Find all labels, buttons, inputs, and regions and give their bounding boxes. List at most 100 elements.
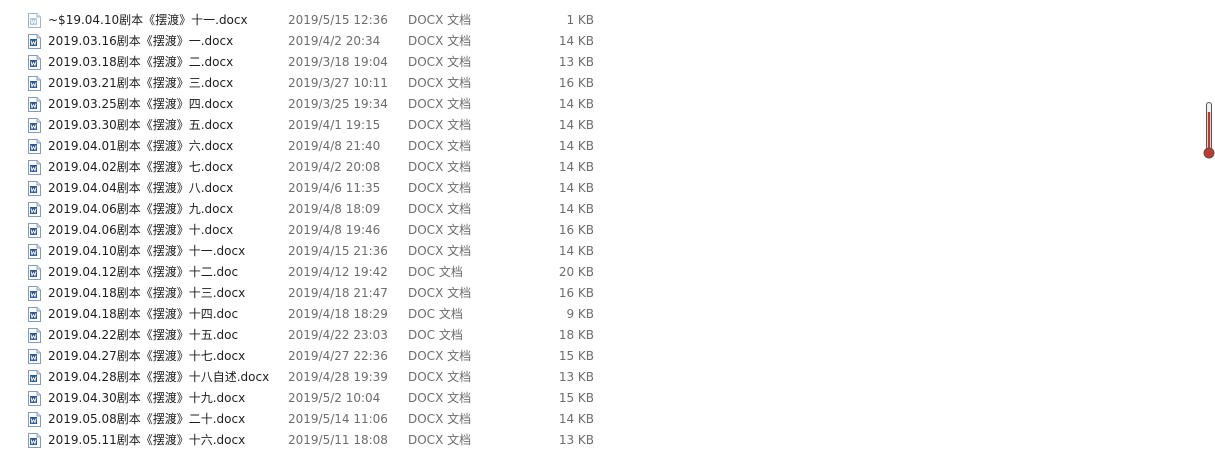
file-size: 14 KB bbox=[558, 160, 594, 174]
temp-word-document-icon bbox=[28, 13, 41, 28]
word-document-icon bbox=[28, 181, 41, 196]
file-date-modified: 2019/3/27 10:11 bbox=[288, 76, 388, 90]
file-date-modified: 2019/4/8 19:46 bbox=[288, 223, 381, 237]
word-document-icon bbox=[28, 55, 41, 70]
file-type: DOCX 文档 bbox=[408, 34, 472, 48]
file-row[interactable]: ~$19.04.10剧本《摆渡》十一.docx 2019/5/15 12:36 … bbox=[0, 10, 1200, 31]
file-row[interactable]: 2019.03.16剧本《摆渡》一.docx 2019/4/2 20:34 DO… bbox=[0, 31, 1200, 52]
thermometer-icon bbox=[1203, 102, 1215, 160]
word-document-icon bbox=[28, 391, 41, 406]
file-size: 20 KB bbox=[558, 265, 594, 279]
file-type: DOCX 文档 bbox=[408, 181, 472, 195]
file-name: 2019.04.01剧本《摆渡》六.docx bbox=[48, 139, 234, 153]
word-document-icon bbox=[28, 328, 41, 343]
file-size: 14 KB bbox=[558, 139, 594, 153]
word-document-icon bbox=[28, 202, 41, 217]
file-type: DOCX 文档 bbox=[408, 244, 472, 258]
file-size: 16 KB bbox=[558, 223, 594, 237]
file-row[interactable]: 2019.04.01剧本《摆渡》六.docx 2019/4/8 21:40 DO… bbox=[0, 136, 1200, 157]
file-name: 2019.04.06剧本《摆渡》十.docx bbox=[48, 223, 234, 237]
file-name: 2019.04.06剧本《摆渡》九.docx bbox=[48, 202, 234, 216]
file-row[interactable]: 2019.04.04剧本《摆渡》八.docx 2019/4/6 11:35 DO… bbox=[0, 178, 1200, 199]
file-row[interactable]: 2019.04.06剧本《摆渡》九.docx 2019/4/8 18:09 DO… bbox=[0, 199, 1200, 220]
file-type: DOCX 文档 bbox=[408, 286, 472, 300]
file-size: 14 KB bbox=[558, 34, 594, 48]
file-date-modified: 2019/3/18 19:04 bbox=[288, 55, 388, 69]
word-document-icon bbox=[28, 34, 41, 49]
file-size: 16 KB bbox=[558, 286, 594, 300]
file-date-modified: 2019/4/8 21:40 bbox=[288, 139, 381, 153]
file-name: ~$19.04.10剧本《摆渡》十一.docx bbox=[48, 13, 248, 27]
file-row[interactable]: 2019.03.30剧本《摆渡》五.docx 2019/4/1 19:15 DO… bbox=[0, 115, 1200, 136]
word-document-icon bbox=[28, 139, 41, 154]
file-name: 2019.04.18剧本《摆渡》十三.docx bbox=[48, 286, 246, 300]
file-name: 2019.03.16剧本《摆渡》一.docx bbox=[48, 34, 234, 48]
word-document-icon bbox=[28, 349, 41, 364]
file-size: 13 KB bbox=[558, 433, 594, 447]
file-type: DOCX 文档 bbox=[408, 433, 472, 447]
file-size: 18 KB bbox=[558, 328, 594, 342]
word-document-icon bbox=[28, 244, 41, 259]
file-row[interactable]: 2019.03.25剧本《摆渡》四.docx 2019/3/25 19:34 D… bbox=[0, 94, 1200, 115]
file-name: 2019.03.18剧本《摆渡》二.docx bbox=[48, 55, 234, 69]
file-row[interactable]: 2019.05.11剧本《摆渡》十六.docx 2019/5/11 18:08 … bbox=[0, 430, 1200, 451]
word-document-icon bbox=[28, 370, 41, 385]
file-name: 2019.03.30剧本《摆渡》五.docx bbox=[48, 118, 234, 132]
file-row[interactable]: 2019.03.18剧本《摆渡》二.docx 2019/3/18 19:04 D… bbox=[0, 52, 1200, 73]
word-document-icon bbox=[28, 160, 41, 175]
word-document-icon bbox=[28, 307, 41, 322]
file-row[interactable]: 2019.04.02剧本《摆渡》七.docx 2019/4/2 20:08 DO… bbox=[0, 157, 1200, 178]
file-row[interactable]: 2019.05.08剧本《摆渡》二十.docx 2019/5/14 11:06 … bbox=[0, 409, 1200, 430]
file-date-modified: 2019/4/2 20:08 bbox=[288, 160, 381, 174]
file-size: 1 KB bbox=[566, 13, 594, 27]
file-type: DOCX 文档 bbox=[408, 202, 472, 216]
file-date-modified: 2019/4/6 11:35 bbox=[288, 181, 381, 195]
file-row[interactable]: 2019.04.30剧本《摆渡》十九.docx 2019/5/2 10:04 D… bbox=[0, 388, 1200, 409]
file-row[interactable]: 2019.04.18剧本《摆渡》十四.doc 2019/4/18 18:29 D… bbox=[0, 304, 1200, 325]
file-name: 2019.05.08剧本《摆渡》二十.docx bbox=[48, 412, 246, 426]
file-date-modified: 2019/4/27 22:36 bbox=[288, 349, 388, 363]
file-row[interactable]: 2019.04.06剧本《摆渡》十.docx 2019/4/8 19:46 DO… bbox=[0, 220, 1200, 241]
file-size: 16 KB bbox=[558, 76, 594, 90]
file-type: DOC 文档 bbox=[408, 328, 463, 342]
file-type: DOCX 文档 bbox=[408, 97, 472, 111]
file-name: 2019.04.02剧本《摆渡》七.docx bbox=[48, 160, 234, 174]
file-type: DOCX 文档 bbox=[408, 160, 472, 174]
file-type: DOCX 文档 bbox=[408, 118, 472, 132]
file-type: DOCX 文档 bbox=[408, 391, 472, 405]
file-type: DOCX 文档 bbox=[408, 55, 472, 69]
file-size: 15 KB bbox=[558, 349, 594, 363]
file-row[interactable]: 2019.04.18剧本《摆渡》十三.docx 2019/4/18 21:47 … bbox=[0, 283, 1200, 304]
file-date-modified: 2019/4/2 20:34 bbox=[288, 34, 381, 48]
word-document-icon bbox=[28, 265, 41, 280]
file-name: 2019.05.11剧本《摆渡》十六.docx bbox=[48, 433, 246, 447]
file-date-modified: 2019/5/11 18:08 bbox=[288, 433, 388, 447]
file-name: 2019.04.22剧本《摆渡》十五.doc bbox=[48, 328, 239, 342]
word-document-icon bbox=[28, 286, 41, 301]
file-row[interactable]: 2019.04.22剧本《摆渡》十五.doc 2019/4/22 23:03 D… bbox=[0, 325, 1200, 346]
file-type: DOC 文档 bbox=[408, 307, 463, 321]
file-size: 14 KB bbox=[558, 412, 594, 426]
file-row[interactable]: 2019.04.12剧本《摆渡》十二.doc 2019/4/12 19:42 D… bbox=[0, 262, 1200, 283]
file-date-modified: 2019/5/2 10:04 bbox=[288, 391, 381, 405]
file-row[interactable]: 2019.04.27剧本《摆渡》十七.docx 2019/4/27 22:36 … bbox=[0, 346, 1200, 367]
file-name: 2019.04.10剧本《摆渡》十一.docx bbox=[48, 244, 246, 258]
file-size: 14 KB bbox=[558, 244, 594, 258]
word-document-icon bbox=[28, 97, 41, 112]
file-size: 13 KB bbox=[558, 55, 594, 69]
file-row[interactable]: 2019.04.10剧本《摆渡》十一.docx 2019/4/15 21:36 … bbox=[0, 241, 1200, 262]
word-document-icon bbox=[28, 223, 41, 238]
file-type: DOCX 文档 bbox=[408, 349, 472, 363]
file-name: 2019.04.18剧本《摆渡》十四.doc bbox=[48, 307, 239, 321]
file-size: 14 KB bbox=[558, 202, 594, 216]
word-document-icon bbox=[28, 76, 41, 91]
file-row[interactable]: 2019.04.28剧本《摆渡》十八自述.docx 2019/4/28 19:3… bbox=[0, 367, 1200, 388]
file-type: DOC 文档 bbox=[408, 265, 463, 279]
file-type: DOCX 文档 bbox=[408, 223, 472, 237]
file-date-modified: 2019/5/15 12:36 bbox=[288, 13, 388, 27]
word-document-icon bbox=[28, 433, 41, 448]
file-name: 2019.04.30剧本《摆渡》十九.docx bbox=[48, 391, 246, 405]
file-row[interactable]: 2019.03.21剧本《摆渡》三.docx 2019/3/27 10:11 D… bbox=[0, 73, 1200, 94]
file-size: 14 KB bbox=[558, 181, 594, 195]
file-list: ~$19.04.10剧本《摆渡》十一.docx 2019/5/15 12:36 … bbox=[0, 10, 1200, 451]
